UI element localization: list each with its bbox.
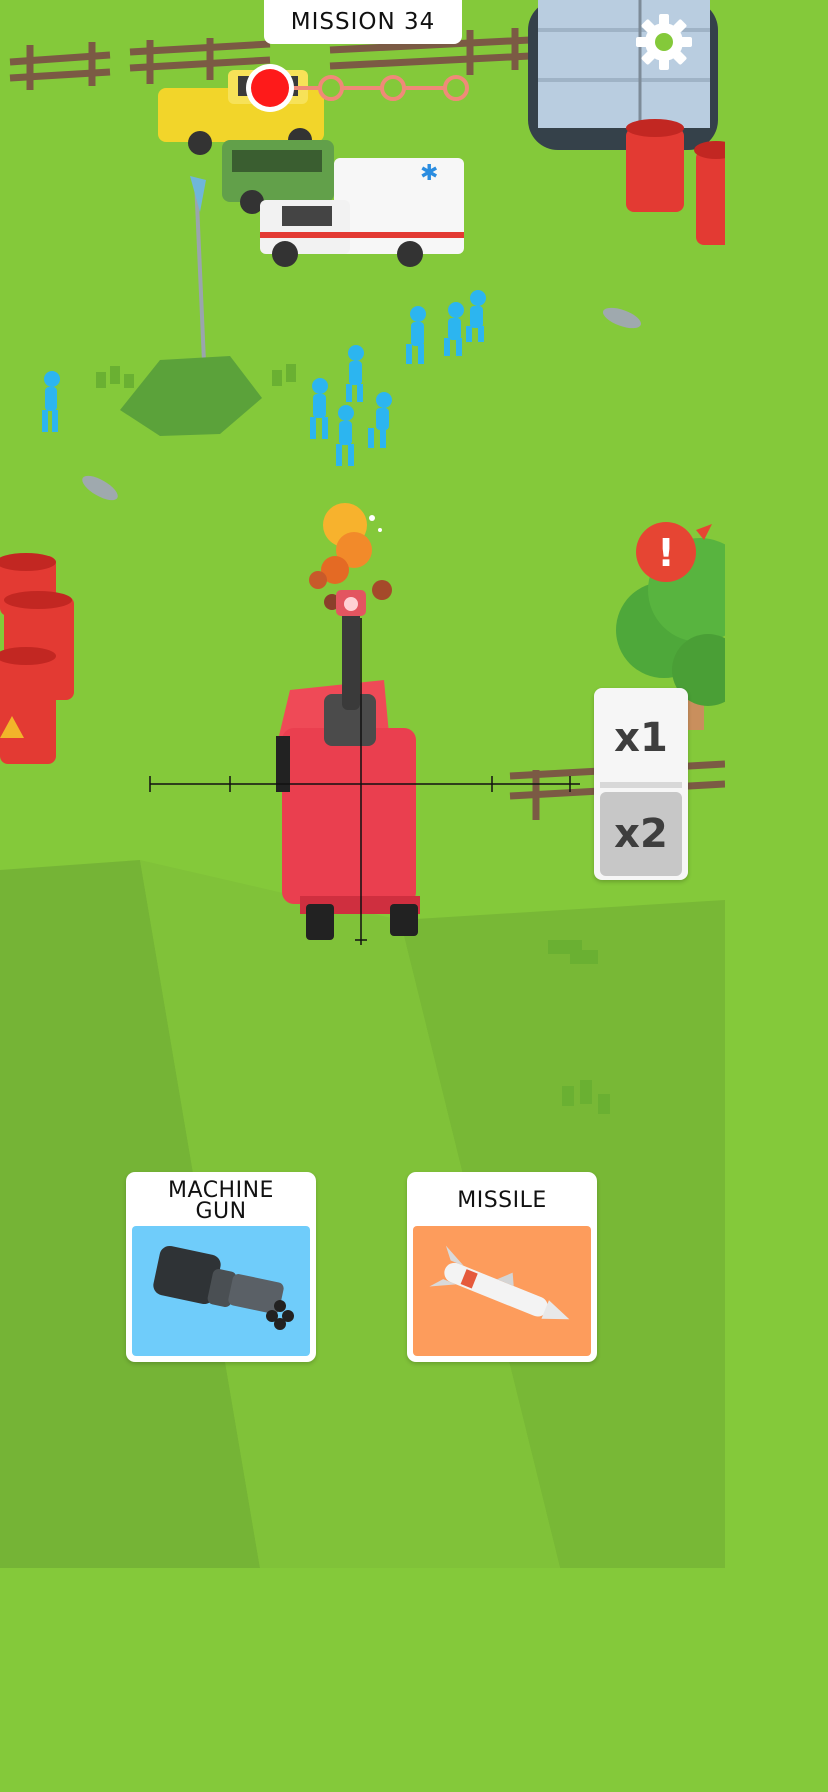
stage-dot-3: [380, 75, 406, 101]
settings-button[interactable]: [634, 12, 694, 72]
zoom-panel: x1 x2: [594, 688, 688, 880]
zoom-x1-button[interactable]: x1: [600, 696, 682, 780]
missile-card[interactable]: MISSILE: [407, 1172, 597, 1362]
machine-gun-card[interactable]: MACHINE GUN: [126, 1172, 316, 1362]
stage-dot-4: [443, 75, 469, 101]
svg-text:✱: ✱: [420, 161, 438, 186]
missile-picture: [413, 1226, 591, 1356]
gear-icon: [636, 14, 692, 70]
missile-icon: [429, 1245, 570, 1320]
machine-gun-label: MACHINE GUN: [168, 1178, 274, 1224]
svg-text:!: !: [657, 531, 674, 575]
stage-dot-2: [318, 75, 344, 101]
missile-label: MISSILE: [457, 1188, 547, 1213]
zoom-x2-button[interactable]: x2: [600, 792, 682, 876]
minigun-icon: [153, 1245, 294, 1330]
zoom-divider: [600, 782, 682, 788]
mission-title: MISSION 34: [264, 0, 462, 44]
minigun-picture: [132, 1226, 310, 1356]
